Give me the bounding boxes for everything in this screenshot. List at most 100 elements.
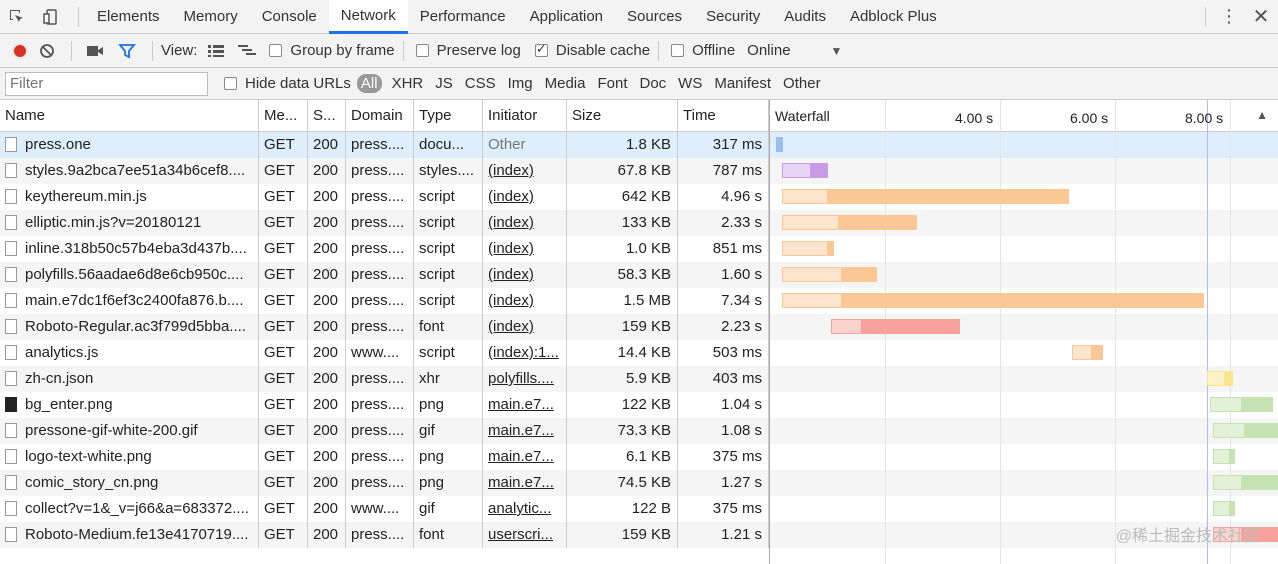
column-header-initiator[interactable]: Initiator bbox=[483, 100, 567, 132]
waterfall-download-bar[interactable] bbox=[1244, 423, 1278, 438]
waterfall-download-bar[interactable] bbox=[842, 293, 1205, 308]
waterfall-wait-bar[interactable] bbox=[781, 241, 828, 256]
screenshot-camera-icon[interactable] bbox=[86, 44, 104, 58]
waterfall-download-bar[interactable] bbox=[1230, 501, 1235, 516]
cell-name[interactable]: inline.318b50c57b4eba3d437b.... bbox=[0, 236, 259, 262]
cell-name[interactable]: press.one bbox=[0, 132, 259, 158]
cell-initiator[interactable]: (index) bbox=[483, 210, 567, 236]
throttling-select[interactable]: Online bbox=[747, 42, 790, 59]
cell-initiator[interactable]: analytic... bbox=[483, 496, 567, 522]
column-header-waterfall[interactable]: Waterfall bbox=[775, 100, 830, 132]
cell-initiator[interactable]: (index):1... bbox=[483, 340, 567, 366]
filter-type-other[interactable]: Other bbox=[777, 75, 827, 92]
cell-initiator[interactable]: (index) bbox=[483, 158, 567, 184]
tab-sources[interactable]: Sources bbox=[615, 0, 694, 34]
waterfall-wait-bar[interactable] bbox=[781, 189, 828, 204]
tab-network[interactable]: Network bbox=[328, 0, 408, 34]
cell-name[interactable]: polyfills.56aadae6d8e6cb950c.... bbox=[0, 262, 259, 288]
cell-name[interactable]: comic_story_cn.png bbox=[0, 470, 259, 496]
filter-funnel-icon[interactable] bbox=[118, 43, 136, 59]
cell-initiator[interactable]: (index) bbox=[483, 184, 567, 210]
cell-initiator[interactable]: Other bbox=[483, 132, 567, 158]
waterfall-wait-bar[interactable] bbox=[1213, 449, 1231, 464]
waterfall-wait-bar[interactable] bbox=[1213, 423, 1245, 438]
cell-name[interactable]: elliptic.min.js?v=20180121 bbox=[0, 210, 259, 236]
cell-initiator[interactable]: polyfills.... bbox=[483, 366, 567, 392]
waterfall-wait-bar[interactable] bbox=[1213, 475, 1242, 490]
waterfall-download-bar[interactable] bbox=[827, 241, 834, 256]
tab-security[interactable]: Security bbox=[694, 0, 772, 34]
waterfall-wait-bar[interactable] bbox=[781, 267, 843, 282]
cell-name[interactable]: keythereum.min.js bbox=[0, 184, 259, 210]
column-header-name[interactable]: Name bbox=[0, 100, 259, 132]
disable-cache-checkbox[interactable] bbox=[534, 41, 548, 57]
filter-type-media[interactable]: Media bbox=[539, 75, 592, 92]
cell-name[interactable]: styles.9a2bca7ee51a34b6cef8.... bbox=[0, 158, 259, 184]
overview-icon[interactable] bbox=[237, 44, 257, 58]
waterfall-wait-bar[interactable] bbox=[781, 293, 843, 308]
filter-type-js[interactable]: JS bbox=[429, 75, 459, 92]
tab-memory[interactable]: Memory bbox=[172, 0, 250, 34]
tab-elements[interactable]: Elements bbox=[85, 0, 172, 34]
filter-type-doc[interactable]: Doc bbox=[633, 75, 672, 92]
preserve-log-checkbox[interactable] bbox=[415, 44, 429, 57]
filter-type-ws[interactable]: WS bbox=[672, 75, 708, 92]
column-header-type[interactable]: Type bbox=[414, 100, 483, 132]
tab-console[interactable]: Console bbox=[250, 0, 329, 34]
column-header-status[interactable]: S... bbox=[308, 100, 346, 132]
filter-type-font[interactable]: Font bbox=[591, 75, 633, 92]
filter-type-css[interactable]: CSS bbox=[459, 75, 502, 92]
device-toolbar-icon[interactable] bbox=[34, 0, 68, 34]
waterfall-download-bar[interactable] bbox=[862, 319, 960, 334]
waterfall-download-bar[interactable] bbox=[1241, 475, 1278, 490]
waterfall-wait-bar[interactable] bbox=[781, 163, 811, 178]
filter-type-xhr[interactable]: XHR bbox=[386, 75, 430, 92]
tab-performance[interactable]: Performance bbox=[408, 0, 518, 34]
cell-name[interactable]: pressone-gif-white-200.gif bbox=[0, 418, 259, 444]
filter-type-img[interactable]: Img bbox=[502, 75, 539, 92]
cell-name[interactable]: Roboto-Medium.fe13e4170719.... bbox=[0, 522, 259, 548]
cell-initiator[interactable]: userscri... bbox=[483, 522, 567, 548]
sort-ascending-icon[interactable]: ▲ bbox=[1256, 108, 1268, 122]
column-header-size[interactable]: Size bbox=[567, 100, 678, 132]
waterfall-download-bar[interactable] bbox=[810, 163, 828, 178]
column-header-method[interactable]: Me... bbox=[259, 100, 308, 132]
cell-name[interactable]: analytics.js bbox=[0, 340, 259, 366]
waterfall-download-bar[interactable] bbox=[1230, 449, 1235, 464]
tab-application[interactable]: Application bbox=[518, 0, 615, 34]
cell-name[interactable]: Roboto-Regular.ac3f799d5bba.... bbox=[0, 314, 259, 340]
waterfall-download-bar[interactable] bbox=[1092, 345, 1103, 360]
waterfall-wait-bar[interactable] bbox=[830, 319, 863, 334]
large-rows-icon[interactable] bbox=[207, 44, 225, 58]
column-header-time[interactable]: Time bbox=[678, 100, 769, 132]
cell-name[interactable]: zh-cn.json bbox=[0, 366, 259, 392]
clear-icon[interactable] bbox=[39, 43, 55, 59]
chevron-down-icon[interactable]: ▼ bbox=[831, 44, 843, 58]
record-button[interactable] bbox=[12, 42, 28, 59]
cell-initiator[interactable]: main.e7... bbox=[483, 418, 567, 444]
cell-name[interactable]: bg_enter.png bbox=[0, 392, 259, 418]
cell-name[interactable]: logo-text-white.png bbox=[0, 444, 259, 470]
offline-checkbox[interactable] bbox=[671, 44, 685, 57]
cell-initiator[interactable]: (index) bbox=[483, 236, 567, 262]
waterfall-wait-bar[interactable] bbox=[1213, 501, 1231, 516]
filter-input[interactable] bbox=[5, 71, 208, 96]
waterfall-wait-bar[interactable] bbox=[781, 215, 840, 230]
waterfall-wait-bar[interactable] bbox=[776, 137, 784, 152]
close-icon[interactable]: ✕ bbox=[1244, 0, 1278, 34]
cell-initiator[interactable]: (index) bbox=[483, 314, 567, 340]
cell-name[interactable]: main.e7dc1f6ef3c2400fa876.b.... bbox=[0, 288, 259, 314]
waterfall-wait-bar[interactable] bbox=[1210, 397, 1242, 412]
tab-audits[interactable]: Audits bbox=[772, 0, 838, 34]
filter-type-manifest[interactable]: Manifest bbox=[708, 75, 777, 92]
waterfall-download-bar[interactable] bbox=[1224, 371, 1234, 386]
waterfall-download-bar[interactable] bbox=[1241, 397, 1274, 412]
waterfall-wait-bar[interactable] bbox=[1072, 345, 1093, 360]
filter-type-all[interactable]: All bbox=[356, 74, 382, 93]
waterfall-download-bar[interactable] bbox=[827, 189, 1070, 204]
group-by-frame-checkbox[interactable] bbox=[269, 44, 283, 57]
waterfall-download-bar[interactable] bbox=[839, 215, 917, 230]
tab-adblock-plus[interactable]: Adblock Plus bbox=[838, 0, 949, 34]
inspect-element-icon[interactable] bbox=[0, 0, 34, 34]
column-header-domain[interactable]: Domain bbox=[346, 100, 414, 132]
